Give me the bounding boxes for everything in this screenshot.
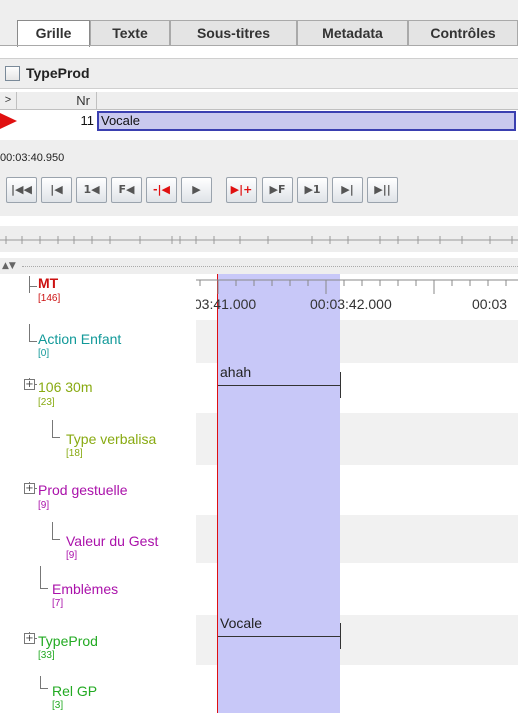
annotation-label[interactable]: ahah	[220, 364, 251, 380]
time-ruler[interactable]	[196, 274, 518, 298]
tier-label-prod-gestuelle[interactable]: Prod gestuelle	[38, 483, 128, 498]
tree-line	[40, 688, 48, 689]
next-ms-button[interactable]: ▶|+	[226, 177, 257, 203]
tier-label-rel-gp[interactable]: Rel GP	[52, 684, 97, 699]
media-time-display: 00:03:40.950	[0, 152, 65, 164]
play-icon: ▶	[192, 183, 201, 196]
tree-line	[29, 341, 37, 342]
next-frame-icon: ▶F	[269, 183, 286, 196]
previous-scroll-view-button[interactable]: |◀	[41, 177, 72, 203]
annotation-end-marker[interactable]	[340, 623, 341, 649]
current-row-arrow-icon	[0, 113, 17, 129]
tier-label-typeprod[interactable]: TypeProd	[38, 634, 98, 649]
tier-label-action-enfant[interactable]: Action Enfant	[38, 332, 121, 347]
tree-line	[40, 676, 41, 688]
tree-line	[29, 324, 30, 341]
tree-line	[29, 286, 37, 287]
next-scroll-view-icon: ▶|	[341, 183, 354, 196]
table-row[interactable]: 11 Vocale	[0, 111, 518, 131]
annotation-label[interactable]: Vocale	[220, 615, 262, 631]
annotation-grid: > Nr 11 Vocale	[0, 92, 518, 139]
expand-toggle-icon[interactable]: +	[24, 633, 35, 644]
previous-pixel-icon: 1◀	[83, 183, 100, 196]
annotation-bar[interactable]	[218, 636, 340, 637]
tab-texte[interactable]: Texte	[90, 20, 170, 46]
tree-line	[52, 539, 60, 540]
tier-count-typeprod: [33]	[38, 650, 55, 661]
tier-checkbox[interactable]	[5, 66, 20, 81]
previous-ms-icon: -|◀	[152, 183, 171, 196]
tier-count-action-enfant: [0]	[38, 348, 50, 359]
tab-metadata[interactable]: Metadata	[297, 20, 408, 46]
tab-grille[interactable]: Grille	[17, 20, 90, 47]
expand-toggle-icon[interactable]: +	[24, 379, 35, 390]
tier-label-emblemes[interactable]: Emblèmes	[52, 582, 118, 597]
previous-frame-icon: F◀	[118, 183, 135, 196]
annotation-end-marker[interactable]	[340, 372, 341, 398]
ruler-label: 00:03:42.000	[310, 296, 392, 312]
grid-header: > Nr	[0, 92, 518, 110]
previous-frame-button[interactable]: F◀	[111, 177, 142, 203]
tree-line	[29, 276, 30, 293]
media-controls: 00:03:40.950 |◀◀ |◀ 1◀ F◀ -|◀ ▶ ▶|+ ▶F ▶…	[0, 140, 518, 216]
next-pixel-icon: ▶1	[304, 183, 321, 196]
tier-count-valeur-du-gest: [9]	[66, 550, 78, 561]
collapse-arrows-icon[interactable]: ▲▼	[2, 261, 16, 271]
tier-selector-label[interactable]: TypeProd	[26, 65, 90, 81]
tab-bar: Grille Texte Sous-titres Metadata Contrô…	[0, 0, 518, 47]
tier-count-prod-gestuelle: [9]	[38, 500, 50, 511]
tree-line	[40, 588, 48, 589]
go-to-end-icon: ▶||	[374, 183, 391, 196]
grid-cell-nr[interactable]: 11	[17, 111, 97, 131]
grid-header-nr[interactable]: Nr	[17, 92, 97, 110]
grid-cell-value[interactable]: Vocale	[97, 111, 516, 131]
go-to-begin-button[interactable]: |◀◀	[6, 177, 37, 203]
previous-scroll-view-icon: |◀	[50, 183, 63, 196]
tree-line	[52, 420, 53, 437]
tier-label-mt[interactable]: MT	[38, 276, 58, 291]
tab-sous-titres[interactable]: Sous-titres	[170, 20, 297, 46]
selection-region[interactable]	[218, 274, 340, 713]
tree-line	[52, 437, 60, 438]
tier-count-mt: [146]	[38, 293, 61, 304]
tier-count-type-verbalisa: [18]	[66, 448, 83, 459]
tab-controles[interactable]: Contrôles	[408, 20, 518, 46]
ruler-label: 00:03	[472, 296, 508, 312]
expand-toggle-icon[interactable]: +	[24, 483, 35, 494]
tree-line	[40, 566, 41, 588]
tier-selector-row: TypeProd	[0, 58, 518, 89]
viewer-splitter[interactable]: ▲▼	[0, 258, 518, 274]
splitter-divider	[22, 266, 518, 267]
next-ms-icon: ▶|+	[230, 183, 253, 196]
previous-ms-button[interactable]: -|◀	[146, 177, 177, 203]
annotation-bar[interactable]	[218, 385, 340, 386]
go-to-begin-icon: |◀◀	[11, 183, 32, 196]
overview-ruler[interactable]	[0, 226, 518, 252]
tier-label-106-30m[interactable]: 106 30m	[38, 380, 92, 395]
next-scroll-view-button[interactable]: ▶|	[332, 177, 363, 203]
grid-header-indicator[interactable]: >	[0, 92, 17, 110]
crosshair-line[interactable]	[217, 274, 218, 713]
tier-count-emblemes: [7]	[52, 598, 64, 609]
play-button[interactable]: ▶	[181, 177, 212, 203]
overview-ticks	[0, 236, 518, 244]
tree-line	[52, 522, 53, 539]
next-pixel-button[interactable]: ▶1	[297, 177, 328, 203]
next-frame-button[interactable]: ▶F	[262, 177, 293, 203]
go-to-end-button[interactable]: ▶||	[367, 177, 398, 203]
previous-pixel-button[interactable]: 1◀	[76, 177, 107, 203]
tier-label-valeur-du-gest[interactable]: Valeur du Gest	[66, 534, 158, 549]
tier-count-106-30m: [23]	[38, 397, 55, 408]
tier-label-type-verbalisa[interactable]: Type verbalisa	[66, 432, 156, 447]
tab-divider	[0, 45, 518, 46]
ruler-label: :03:41.000	[190, 296, 257, 312]
tier-count-rel-gp: [3]	[52, 700, 64, 711]
